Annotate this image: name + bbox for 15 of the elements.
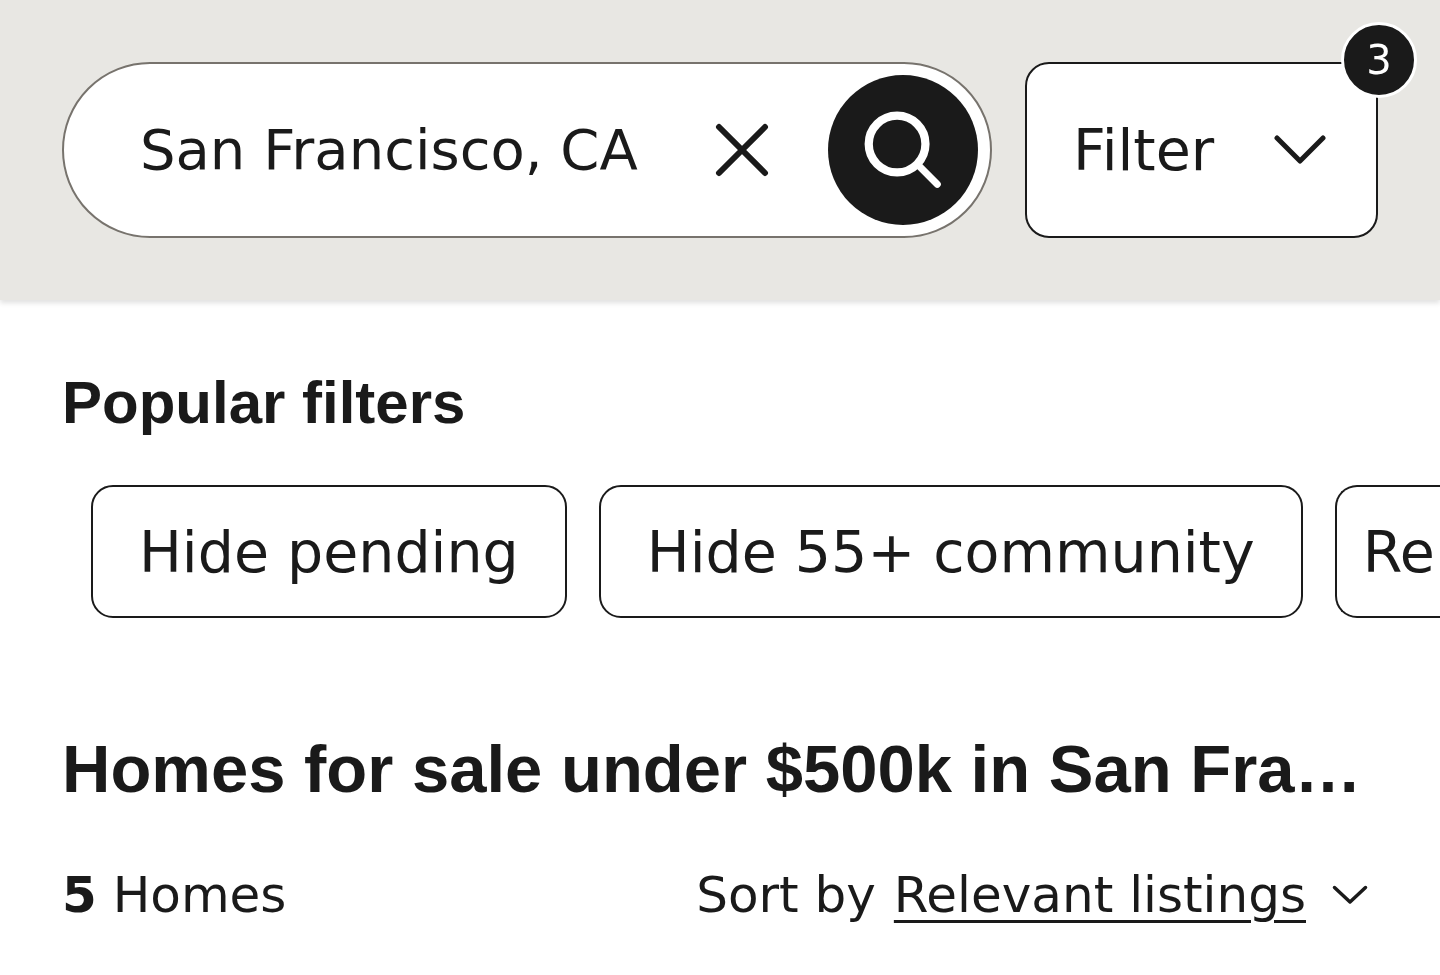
filter-count-badge: 3: [1341, 22, 1417, 98]
search-input[interactable]: San Francisco, CA: [140, 115, 695, 185]
filter-chip[interactable]: Hide pending: [91, 485, 567, 618]
results-heading: Homes for sale under $500k in San Fra…: [62, 730, 1363, 808]
section-heading: Popular filters: [62, 368, 467, 438]
filter-chip[interactable]: Re: [1334, 485, 1440, 618]
chevron-down-icon: [1274, 135, 1326, 165]
clear-button[interactable]: [715, 123, 769, 177]
chevron-down-icon: [1332, 885, 1368, 905]
results-count: 5 Homes: [62, 865, 287, 925]
sort-label: Sort by: [696, 865, 876, 925]
filter-chip[interactable]: Hide 55+ community: [598, 485, 1303, 618]
search-icon: [864, 111, 942, 189]
close-icon: [715, 123, 769, 177]
sort-dropdown[interactable]: Relevant listings: [893, 865, 1368, 925]
